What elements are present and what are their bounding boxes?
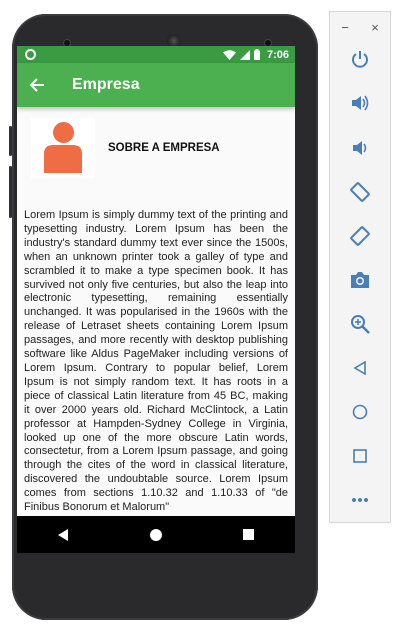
- content-area[interactable]: SOBRE A EMPRESA Lorem Ipsum is simply du…: [17, 118, 295, 515]
- status-bar: 7:06: [17, 46, 295, 63]
- person-icon: [44, 122, 82, 173]
- emulator-overview-button[interactable]: [330, 441, 390, 471]
- about-heading: SOBRE A EMPRESA: [108, 142, 220, 154]
- phone-side-button: [9, 166, 12, 218]
- zoom-button[interactable]: [330, 309, 390, 339]
- signal-icon: [239, 49, 250, 60]
- volume-down-button[interactable]: [330, 133, 390, 163]
- close-icon[interactable]: ×: [371, 20, 379, 40]
- arrow-back-icon: [29, 78, 44, 92]
- screenshot-button[interactable]: [330, 265, 390, 295]
- home-circle-icon: [352, 404, 368, 420]
- emulator-home-button[interactable]: [330, 397, 390, 427]
- phone-screen: 7:06 Empresa SOBRE A EMPRESA Lorem Ipsum…: [17, 46, 295, 552]
- minimize-icon[interactable]: −: [341, 20, 349, 40]
- page-title: Empresa: [72, 76, 140, 93]
- back-button[interactable]: [29, 77, 51, 93]
- volume-down-icon: [353, 141, 367, 155]
- power-icon: [352, 51, 368, 68]
- battery-icon: [253, 49, 260, 60]
- status-time: 7:06: [266, 48, 289, 61]
- android-nav-bar: [17, 516, 295, 553]
- phone-side-button: [9, 126, 12, 156]
- back-triangle-icon: [353, 360, 366, 376]
- overview-square-icon: [353, 449, 367, 463]
- back-triangle-icon: [58, 528, 69, 541]
- home-circle-icon: [149, 528, 162, 541]
- power-button[interactable]: [330, 44, 390, 74]
- emulator-toolbar: − ×: [329, 11, 391, 523]
- about-text: Lorem Ipsum is simply dummy text of the …: [24, 209, 288, 514]
- app-bar: Empresa: [17, 63, 295, 107]
- rotate-right-button[interactable]: [330, 221, 390, 251]
- volume-up-button[interactable]: [330, 88, 390, 118]
- rotate-left-icon: [350, 182, 370, 202]
- company-avatar: [31, 118, 95, 178]
- emulator-back-button[interactable]: [330, 353, 390, 383]
- overview-square-icon: [243, 529, 255, 540]
- nav-overview-button[interactable]: [229, 516, 269, 553]
- rotate-left-button[interactable]: [330, 177, 390, 207]
- more-icon: [352, 498, 368, 502]
- camera-icon: [351, 272, 369, 288]
- nav-home-button[interactable]: [136, 516, 176, 553]
- wifi-icon: [222, 49, 236, 60]
- nav-back-button[interactable]: [43, 516, 83, 553]
- zoom-in-icon: [351, 315, 370, 334]
- volume-up-icon: [352, 95, 369, 111]
- about-header: SOBRE A EMPRESA: [24, 118, 288, 178]
- rotate-right-icon: [350, 226, 370, 246]
- more-options-button[interactable]: [330, 485, 390, 515]
- notification-icon: [25, 49, 36, 60]
